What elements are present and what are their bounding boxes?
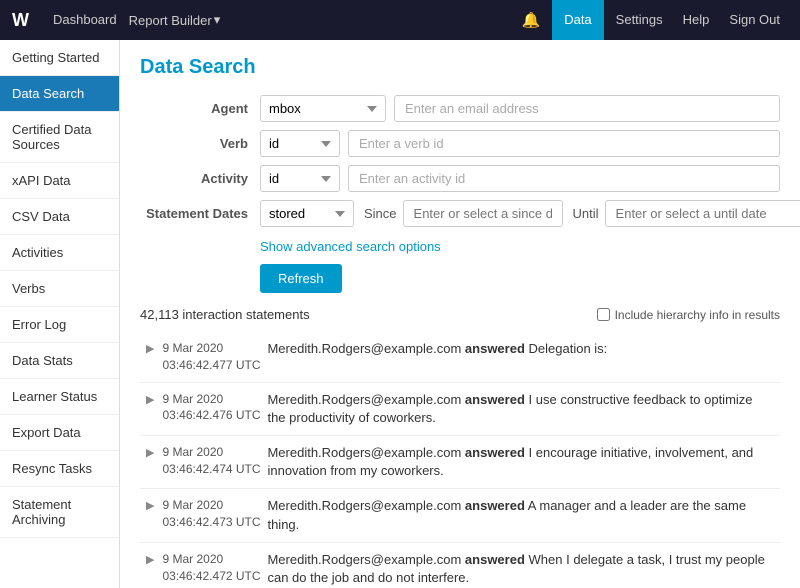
page-title: Data Search — [140, 56, 780, 79]
sidebar-item-getting-started[interactable]: Getting Started — [0, 40, 119, 76]
until-label: Until — [573, 206, 599, 221]
hierarchy-check-container: Include hierarchy info in results — [597, 308, 780, 322]
sidebar-item-activities[interactable]: Activities — [0, 235, 119, 271]
statement-date: 9 Mar 202003:46:42.476 UTC — [162, 391, 267, 425]
statement-row[interactable]: ▶ 9 Mar 202003:46:42.473 UTCMeredith.Rodg… — [140, 489, 780, 542]
expand-arrow-icon[interactable]: ▶ — [146, 342, 154, 355]
expand-arrow-icon[interactable]: ▶ — [146, 499, 154, 512]
verb-input[interactable] — [348, 130, 780, 157]
statement-text: Meredith.Rodgers@example.com answered I … — [267, 391, 774, 427]
dates-row: stored timestamp Since Until — [260, 200, 800, 227]
results-count: 42,113 interaction statements — [140, 307, 310, 322]
agent-label: Agent — [140, 101, 260, 116]
main-content: Data Search Agent mbox account mbox_sha1… — [120, 40, 800, 588]
activity-label: Activity — [140, 171, 260, 186]
statements-list: ▶9 Mar 202003:46:42.477 UTCMeredith.Rodg… — [140, 332, 780, 588]
agent-row: Agent mbox account mbox_sha1sum openid — [140, 95, 780, 122]
expand-arrow-icon[interactable]: ▶ — [146, 393, 154, 406]
statement-date: 9 Mar 202003:46:42.477 UTC — [162, 340, 267, 374]
since-input[interactable] — [403, 200, 563, 227]
layout: Getting Started Data Search Certified Da… — [0, 40, 800, 588]
app-logo: W — [12, 10, 29, 31]
results-header: 42,113 interaction statements Include hi… — [140, 307, 780, 322]
sidebar-item-csv-data[interactable]: CSV Data — [0, 199, 119, 235]
sidebar-item-learner-status[interactable]: Learner Status — [0, 379, 119, 415]
advanced-search-link[interactable]: Show advanced search options — [260, 239, 780, 254]
statement-text: Meredith.Rodgers@example.com answered De… — [267, 340, 774, 358]
verb-select[interactable]: id display — [260, 130, 340, 157]
activity-row: Activity id display — [140, 165, 780, 192]
statement-row[interactable]: ▶ 9 Mar 202003:46:42.477 UTCMeredith.Rodg… — [140, 332, 780, 383]
statement-date: 9 Mar 202003:46:42.474 UTC — [162, 444, 267, 478]
sidebar-item-data-stats[interactable]: Data Stats — [0, 343, 119, 379]
nav-report-builder[interactable]: Report Builder ▾ — [129, 12, 221, 28]
sidebar: Getting Started Data Search Certified Da… — [0, 40, 120, 588]
sidebar-item-verbs[interactable]: Verbs — [0, 271, 119, 307]
agent-select[interactable]: mbox account mbox_sha1sum openid — [260, 95, 386, 122]
sidebar-item-error-log[interactable]: Error Log — [0, 307, 119, 343]
sidebar-item-certified-data-sources[interactable]: Certified Data Sources — [0, 112, 119, 163]
sidebar-item-data-search[interactable]: Data Search — [0, 76, 119, 112]
until-input[interactable] — [605, 200, 800, 227]
expand-arrow-icon[interactable]: ▶ — [146, 553, 154, 566]
verb-row: Verb id display — [140, 130, 780, 157]
statement-date: 9 Mar 202003:46:42.472 UTC — [162, 551, 267, 585]
statement-text: Meredith.Rodgers@example.com answered A … — [267, 497, 774, 533]
nav-sign-out[interactable]: Sign Out — [721, 0, 788, 40]
hierarchy-checkbox[interactable] — [597, 308, 610, 321]
statement-row[interactable]: ▶ 9 Mar 202003:46:42.476 UTCMeredith.Rodg… — [140, 383, 780, 436]
statement-row[interactable]: ▶ 9 Mar 202003:46:42.472 UTCMeredith.Rodg… — [140, 543, 780, 588]
refresh-button[interactable]: Refresh — [260, 264, 342, 293]
activity-input[interactable] — [348, 165, 780, 192]
statement-text: Meredith.Rodgers@example.com answered I … — [267, 444, 774, 480]
nav-data[interactable]: Data — [552, 0, 603, 40]
statement-dates-select[interactable]: stored timestamp — [260, 200, 354, 227]
statement-dates-label: Statement Dates — [140, 206, 260, 221]
statement-text: Meredith.Rodgers@example.com answered Wh… — [267, 551, 774, 587]
activity-select[interactable]: id display — [260, 165, 340, 192]
since-label: Since — [364, 206, 397, 221]
verb-label: Verb — [140, 136, 260, 151]
top-nav: W Dashboard Report Builder ▾ 🔔 Data Sett… — [0, 0, 800, 40]
statement-dates-row: Statement Dates stored timestamp Since U… — [140, 200, 780, 227]
agent-input[interactable] — [394, 95, 780, 122]
sidebar-item-statement-archiving[interactable]: Statement Archiving — [0, 487, 119, 538]
bell-icon[interactable]: 🔔 — [522, 11, 541, 29]
search-form: Agent mbox account mbox_sha1sum openid V… — [140, 95, 780, 227]
nav-dashboard[interactable]: Dashboard — [45, 0, 125, 40]
expand-arrow-icon[interactable]: ▶ — [146, 446, 154, 459]
hierarchy-label: Include hierarchy info in results — [615, 308, 780, 322]
statement-row[interactable]: ▶ 9 Mar 202003:46:42.474 UTCMeredith.Rodg… — [140, 436, 780, 489]
top-nav-right: 🔔 Data Settings Help Sign Out — [522, 0, 788, 40]
sidebar-item-resync-tasks[interactable]: Resync Tasks — [0, 451, 119, 487]
nav-help[interactable]: Help — [675, 0, 718, 40]
nav-settings[interactable]: Settings — [608, 0, 671, 40]
sidebar-item-export-data[interactable]: Export Data — [0, 415, 119, 451]
sidebar-item-xapi-data[interactable]: xAPI Data — [0, 163, 119, 199]
statement-date: 9 Mar 202003:46:42.473 UTC — [162, 497, 267, 531]
